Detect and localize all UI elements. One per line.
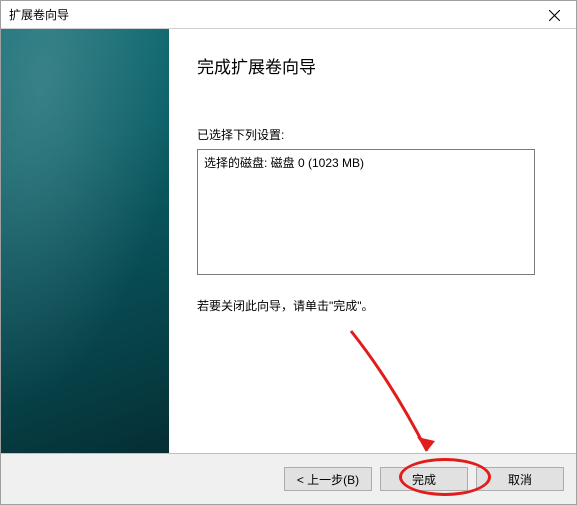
upper-area: 完成扩展卷向导 已选择下列设置: 选择的磁盘: 磁盘 0 (1023 MB) 若… bbox=[1, 29, 576, 453]
footer: < 上一步(B) 完成 取消 bbox=[1, 454, 576, 504]
titlebar: 扩展卷向导 bbox=[1, 1, 576, 29]
main-panel: 完成扩展卷向导 已选择下列设置: 选择的磁盘: 磁盘 0 (1023 MB) 若… bbox=[169, 29, 576, 453]
selected-settings-box[interactable]: 选择的磁盘: 磁盘 0 (1023 MB) bbox=[197, 149, 535, 275]
window-title: 扩展卷向导 bbox=[9, 6, 69, 23]
close-button[interactable] bbox=[532, 1, 576, 29]
settings-line: 选择的磁盘: 磁盘 0 (1023 MB) bbox=[204, 154, 528, 171]
wizard-body: 完成扩展卷向导 已选择下列设置: 选择的磁盘: 磁盘 0 (1023 MB) 若… bbox=[1, 29, 576, 504]
back-button[interactable]: < 上一步(B) bbox=[284, 467, 372, 491]
wizard-window: 扩展卷向导 完成扩展卷向导 已选择下列设置: 选择的磁盘: 磁盘 0 (1023… bbox=[0, 0, 577, 505]
wizard-side-banner bbox=[1, 29, 169, 453]
close-hint: 若要关闭此向导，请单击"完成"。 bbox=[197, 297, 548, 314]
page-heading: 完成扩展卷向导 bbox=[197, 53, 548, 78]
close-icon bbox=[549, 10, 560, 21]
selected-settings-label: 已选择下列设置: bbox=[197, 126, 548, 143]
cancel-button[interactable]: 取消 bbox=[476, 467, 564, 491]
finish-button[interactable]: 完成 bbox=[380, 467, 468, 491]
